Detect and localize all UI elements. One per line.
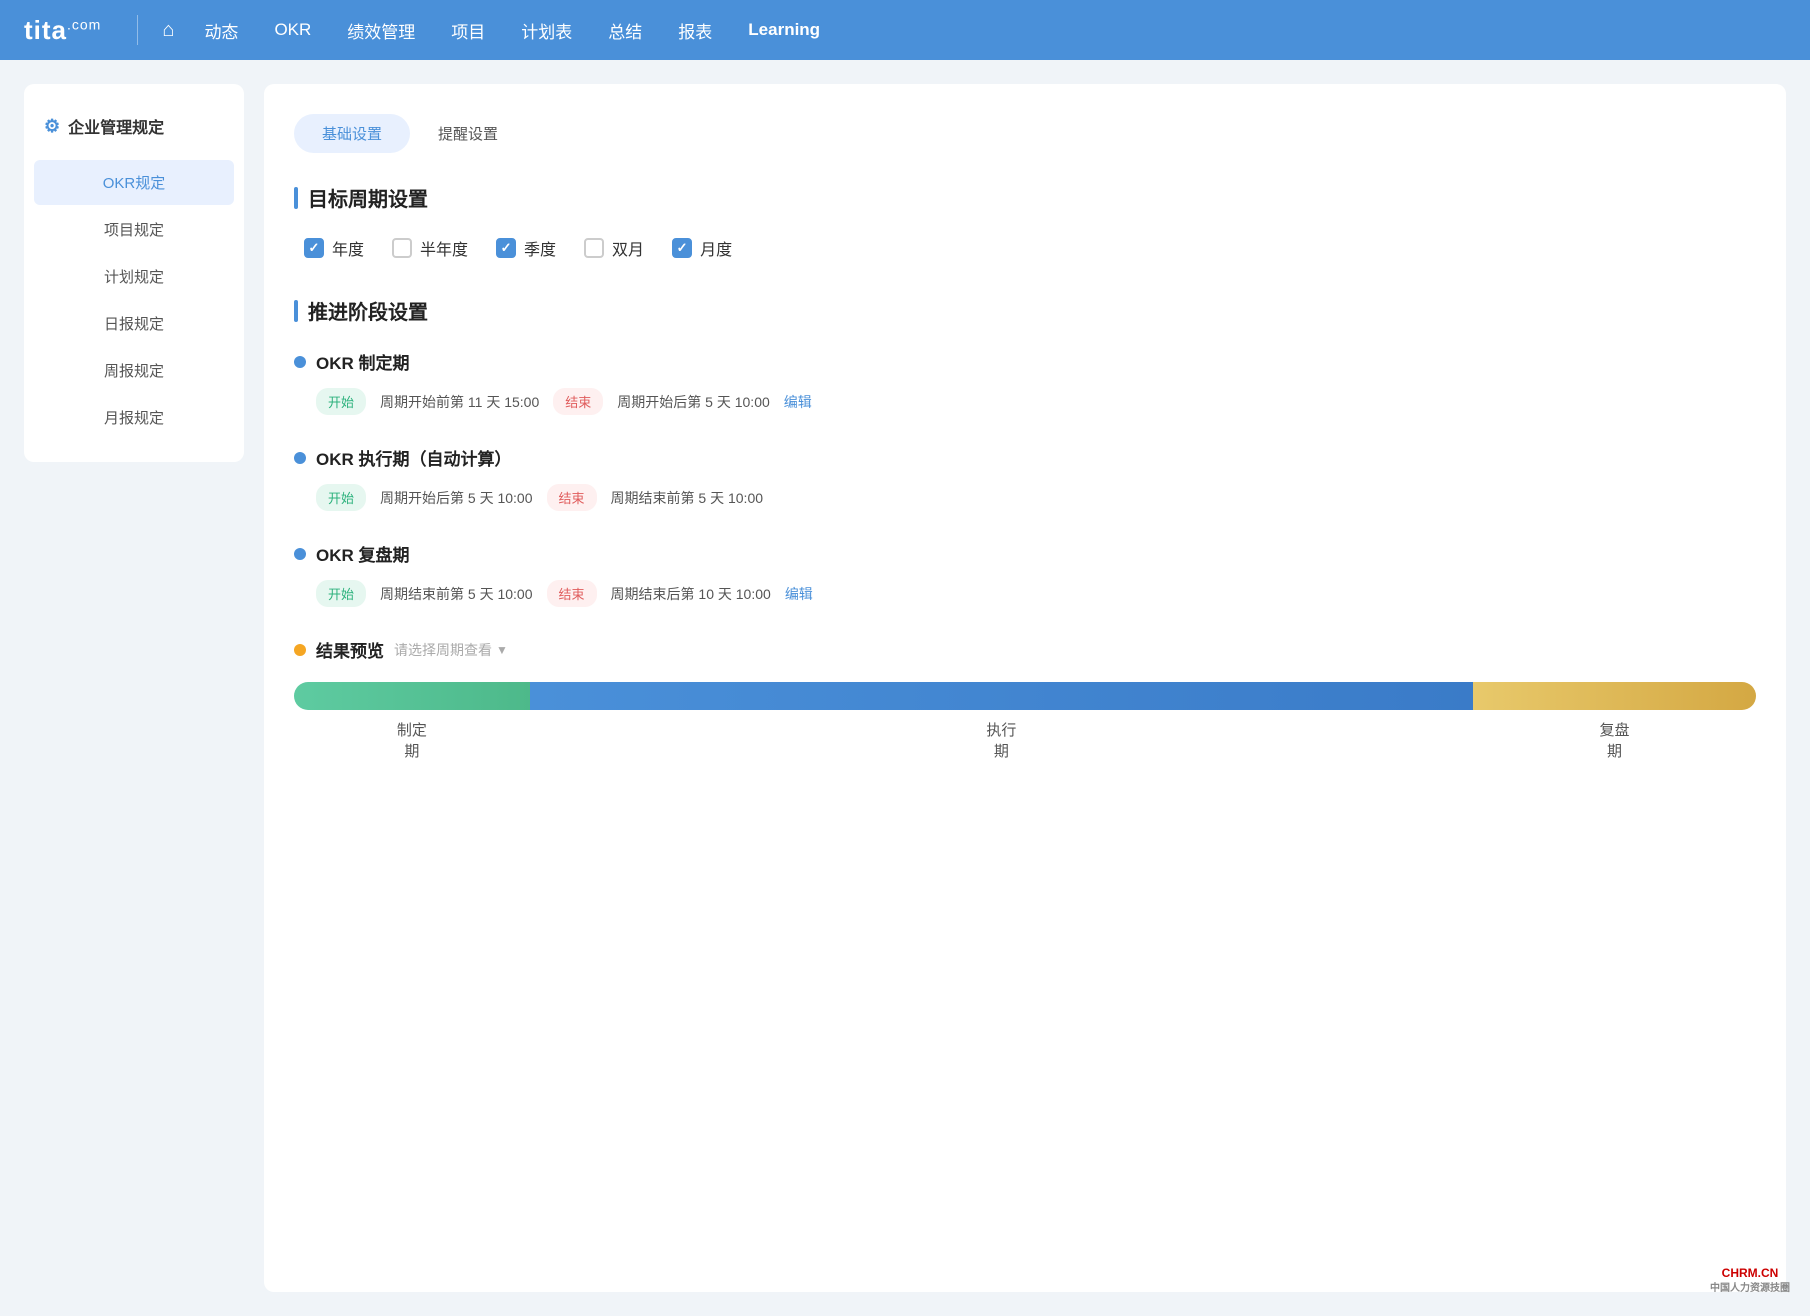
section-bar-icon xyxy=(294,187,298,209)
progress-label-execution: 执行 期 xyxy=(530,720,1473,762)
progress-label-formulation: 制定 期 xyxy=(294,720,530,762)
sidebar: ⚙ 企业管理规定 OKR规定 项目规定 计划规定 日报规定 周报规定 月报规定 xyxy=(24,84,244,462)
chevron-down-icon: ▼ xyxy=(496,643,508,657)
phase-section-bar-icon xyxy=(294,300,298,322)
checkbox-annual[interactable]: ✓ 年度 xyxy=(304,236,364,260)
phase-review-start-badge: 开始 xyxy=(316,580,366,607)
phase-formulation-edit[interactable]: 编辑 xyxy=(784,392,812,412)
phase-review-start-text: 周期结束前第 5 天 10:00 xyxy=(380,584,533,604)
phase-formulation-row: 开始 周期开始前第 11 天 15:00 结束 周期开始后第 5 天 10:00… xyxy=(294,388,1756,415)
tab-basic-settings[interactable]: 基础设置 xyxy=(294,114,410,153)
sidebar-header: ⚙ 企业管理规定 xyxy=(24,104,244,158)
checkbox-halfyear-box xyxy=(392,238,412,258)
watermark: CHRM.CN 中国人力资源技圈 xyxy=(1710,1265,1790,1296)
nav-item-dongtai[interactable]: 动态 xyxy=(186,0,256,60)
sidebar-item-okr[interactable]: OKR规定 xyxy=(34,160,234,205)
tab-reminder-settings[interactable]: 提醒设置 xyxy=(410,114,526,153)
phase-review-dot xyxy=(294,548,306,560)
nav-item-zongjie[interactable]: 总结 xyxy=(590,0,660,60)
phase-formulation-dot xyxy=(294,356,306,368)
phase-formulation-start-badge: 开始 xyxy=(316,388,366,415)
progress-label-review: 复盘 期 xyxy=(1473,720,1756,762)
result-preview-row: 结果预览 请选择周期查看 ▼ xyxy=(294,637,1756,662)
checkbox-monthly-box: ✓ xyxy=(672,238,692,258)
checkbox-row: ✓ 年度 半年度 ✓ 季度 双月 xyxy=(294,236,1756,260)
settings-icon: ⚙ xyxy=(44,116,60,137)
phase-review: OKR 复盘期 开始 周期结束前第 5 天 10:00 结束 周期结束后第 10… xyxy=(294,541,1756,607)
phase-review-end-text: 周期结束后第 10 天 10:00 xyxy=(611,584,771,604)
progress-segment-review xyxy=(1473,682,1756,710)
phase-execution-end-badge: 结束 xyxy=(547,484,597,511)
nav-item-jixiao[interactable]: 绩效管理 xyxy=(329,0,433,60)
phase-formulation-end-text: 周期开始后第 5 天 10:00 xyxy=(617,392,770,412)
nav-item-okr[interactable]: OKR xyxy=(256,0,329,60)
progress-container: 制定 期 执行 期 复盘 期 xyxy=(294,682,1756,762)
main-content: 基础设置 提醒设置 目标周期设置 ✓ 年度 半年度 xyxy=(264,84,1786,1292)
navigation: tita.com ⌂ 动态 OKR 绩效管理 项目 计划表 总结 报表 Lear… xyxy=(0,0,1810,60)
checkbox-annual-label: 年度 xyxy=(332,236,364,260)
checkbox-quarter-label: 季度 xyxy=(524,236,556,260)
phase-execution-title: OKR 执行期（自动计算） xyxy=(294,445,1756,470)
tab-bar: 基础设置 提醒设置 xyxy=(294,114,1756,153)
result-cycle-select[interactable]: 请选择周期查看 ▼ xyxy=(394,640,508,660)
home-icon[interactable]: ⌂ xyxy=(150,19,186,42)
checkbox-bimonth-box xyxy=(584,238,604,258)
progress-segment-execution xyxy=(530,682,1473,710)
result-select-placeholder: 请选择周期查看 xyxy=(394,640,492,660)
phase-section-title: 推进阶段设置 xyxy=(294,296,1756,325)
progress-bar xyxy=(294,682,1756,710)
cycle-section: 目标周期设置 ✓ 年度 半年度 ✓ 季度 xyxy=(294,183,1756,260)
progress-segment-formulation xyxy=(294,682,530,710)
phase-review-edit[interactable]: 编辑 xyxy=(785,584,813,604)
logo-com: .com xyxy=(67,16,101,32)
sidebar-item-weekly[interactable]: 周报规定 xyxy=(34,348,234,393)
result-preview-label: 结果预览 xyxy=(316,637,384,662)
checkbox-bimonth-label: 双月 xyxy=(612,236,644,260)
sidebar-item-monthly[interactable]: 月报规定 xyxy=(34,395,234,440)
checkbox-bimonth[interactable]: 双月 xyxy=(584,236,644,260)
progress-labels: 制定 期 执行 期 复盘 期 xyxy=(294,720,1756,762)
nav-item-learning[interactable]: Learning xyxy=(730,0,838,60)
page-layout: ⚙ 企业管理规定 OKR规定 项目规定 计划规定 日报规定 周报规定 月报规定 … xyxy=(0,60,1810,1316)
checkbox-monthly[interactable]: ✓ 月度 xyxy=(672,236,732,260)
phase-review-title: OKR 复盘期 xyxy=(294,541,1756,566)
sidebar-item-project[interactable]: 项目规定 xyxy=(34,207,234,252)
checkbox-halfyear[interactable]: 半年度 xyxy=(392,236,468,260)
phase-execution-dot xyxy=(294,452,306,464)
phase-review-row: 开始 周期结束前第 5 天 10:00 结束 周期结束后第 10 天 10:00… xyxy=(294,580,1756,607)
phase-review-end-badge: 结束 xyxy=(547,580,597,607)
phase-execution-start-text: 周期开始后第 5 天 10:00 xyxy=(380,488,533,508)
phase-formulation-title: OKR 制定期 xyxy=(294,349,1756,374)
checkbox-monthly-label: 月度 xyxy=(700,236,732,260)
checkbox-halfyear-label: 半年度 xyxy=(420,236,468,260)
phase-formulation-start-text: 周期开始前第 11 天 15:00 xyxy=(380,392,539,412)
phase-execution: OKR 执行期（自动计算） 开始 周期开始后第 5 天 10:00 结束 周期结… xyxy=(294,445,1756,511)
sidebar-item-daily[interactable]: 日报规定 xyxy=(34,301,234,346)
result-dot xyxy=(294,644,306,656)
phase-formulation: OKR 制定期 开始 周期开始前第 11 天 15:00 结束 周期开始后第 5… xyxy=(294,349,1756,415)
nav-divider xyxy=(137,15,138,45)
nav-item-jihuabiao[interactable]: 计划表 xyxy=(503,0,590,60)
phase-formulation-end-badge: 结束 xyxy=(553,388,603,415)
sidebar-item-plan[interactable]: 计划规定 xyxy=(34,254,234,299)
phase-execution-row: 开始 周期开始后第 5 天 10:00 结束 周期结束前第 5 天 10:00 xyxy=(294,484,1756,511)
checkbox-annual-box: ✓ xyxy=(304,238,324,258)
nav-item-xiangmu[interactable]: 项目 xyxy=(433,0,503,60)
nav-item-baobiao[interactable]: 报表 xyxy=(660,0,730,60)
phase-section: 推进阶段设置 OKR 制定期 开始 周期开始前第 11 天 15:00 结束 周… xyxy=(294,296,1756,762)
checkbox-quarter-box: ✓ xyxy=(496,238,516,258)
cycle-section-title: 目标周期设置 xyxy=(294,183,1756,212)
logo[interactable]: tita.com xyxy=(24,15,101,46)
checkbox-quarter[interactable]: ✓ 季度 xyxy=(496,236,556,260)
sidebar-title: 企业管理规定 xyxy=(68,114,164,138)
phase-execution-start-badge: 开始 xyxy=(316,484,366,511)
phase-execution-end-text: 周期结束前第 5 天 10:00 xyxy=(611,488,764,508)
logo-text: tita xyxy=(24,15,67,45)
